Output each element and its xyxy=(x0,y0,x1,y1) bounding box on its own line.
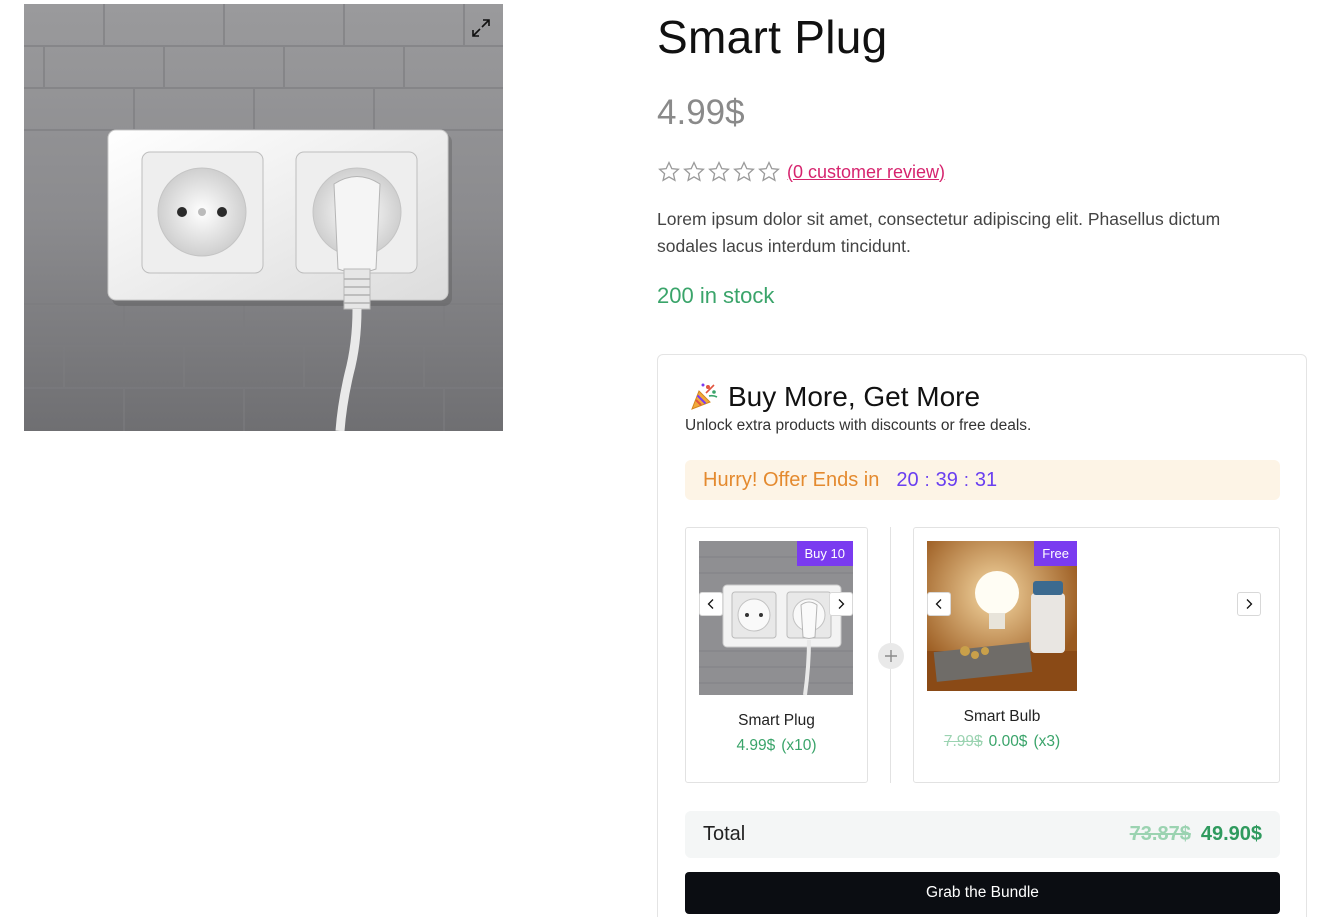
bundle-title: Buy More, Get More xyxy=(728,381,981,412)
star-icon xyxy=(683,160,705,182)
bundle-item-price: 0.00$ xyxy=(988,733,1028,750)
bundle-subtitle: Unlock extra products with discounts or … xyxy=(685,417,1032,434)
star-icon xyxy=(733,160,755,182)
grab-bundle-button[interactable]: Grab the Bundle xyxy=(685,872,1280,914)
total-old-price: 73.87$ xyxy=(1129,823,1191,845)
bundle-item-price: 4.99$ xyxy=(736,737,776,754)
countdown-hours: 20 xyxy=(896,468,919,491)
star-rating xyxy=(657,160,781,184)
bundle-item-image[interactable]: Buy 10 xyxy=(699,541,853,695)
bundle-item-qty: (x3) xyxy=(1033,733,1061,750)
product-price: 4.99$ xyxy=(657,93,745,132)
bundle-item-name: Smart Plug xyxy=(738,712,815,729)
customer-review-link[interactable]: (0 customer review) xyxy=(787,162,945,183)
plus-icon xyxy=(878,643,904,669)
bundle-item-card: Free Smart Bulb 7.99$ 0.00$ (x3) xyxy=(913,527,1280,783)
product-title: Smart Plug xyxy=(657,11,888,63)
bundle-item-qty: (x10) xyxy=(781,737,817,754)
chevron-left-icon[interactable] xyxy=(699,592,723,616)
product-main-image[interactable] xyxy=(24,4,503,431)
bundle-offer-box: Buy More, Get More Unlock extra products… xyxy=(657,354,1307,917)
bundle-item-price-row: 7.99$ 0.00$ (x3) xyxy=(914,733,1090,751)
product-description: Lorem ipsum dolor sit amet, consectetur … xyxy=(657,209,1221,256)
countdown-separator: : xyxy=(924,469,930,490)
countdown-minutes: 39 xyxy=(935,468,958,491)
bundle-item-badge: Free xyxy=(1034,541,1077,566)
bundle-item-image[interactable]: Free xyxy=(927,541,1077,691)
bundle-item-price-row: 4.99$ (x10) xyxy=(686,737,867,755)
total-label: Total xyxy=(703,823,746,845)
bundle-header: Buy More, Get More xyxy=(688,381,980,413)
chevron-left-icon[interactable] xyxy=(927,592,951,616)
chevron-right-icon[interactable] xyxy=(829,592,853,616)
bundle-item-badge: Buy 10 xyxy=(796,541,853,566)
total-new-price: 49.90$ xyxy=(1200,823,1262,845)
bundle-item-old-price: 7.99$ xyxy=(943,733,983,750)
expand-icon[interactable] xyxy=(467,14,495,42)
countdown-separator: : xyxy=(963,469,969,490)
chevron-right-icon[interactable] xyxy=(1237,592,1261,616)
star-icon xyxy=(708,160,730,182)
stock-status: 200 in stock xyxy=(657,283,775,308)
bundle-item-name: Smart Bulb xyxy=(963,708,1041,725)
countdown-label: Hurry! Offer Ends in xyxy=(703,468,880,491)
star-icon xyxy=(658,160,680,182)
product-rating: (0 customer review) xyxy=(657,158,945,186)
bundle-total-bar: Total 73.87$ 49.90$ xyxy=(685,811,1280,858)
countdown-seconds: 31 xyxy=(974,468,998,491)
socket-photo xyxy=(24,4,503,431)
offer-countdown: Hurry! Offer Ends in 20 : 39 : 31 xyxy=(685,460,1280,500)
star-icon xyxy=(758,160,780,182)
bundle-item-card: Buy 10 Smart Plug 4.99$ (x10) xyxy=(685,527,868,783)
party-popper-icon xyxy=(691,383,718,410)
